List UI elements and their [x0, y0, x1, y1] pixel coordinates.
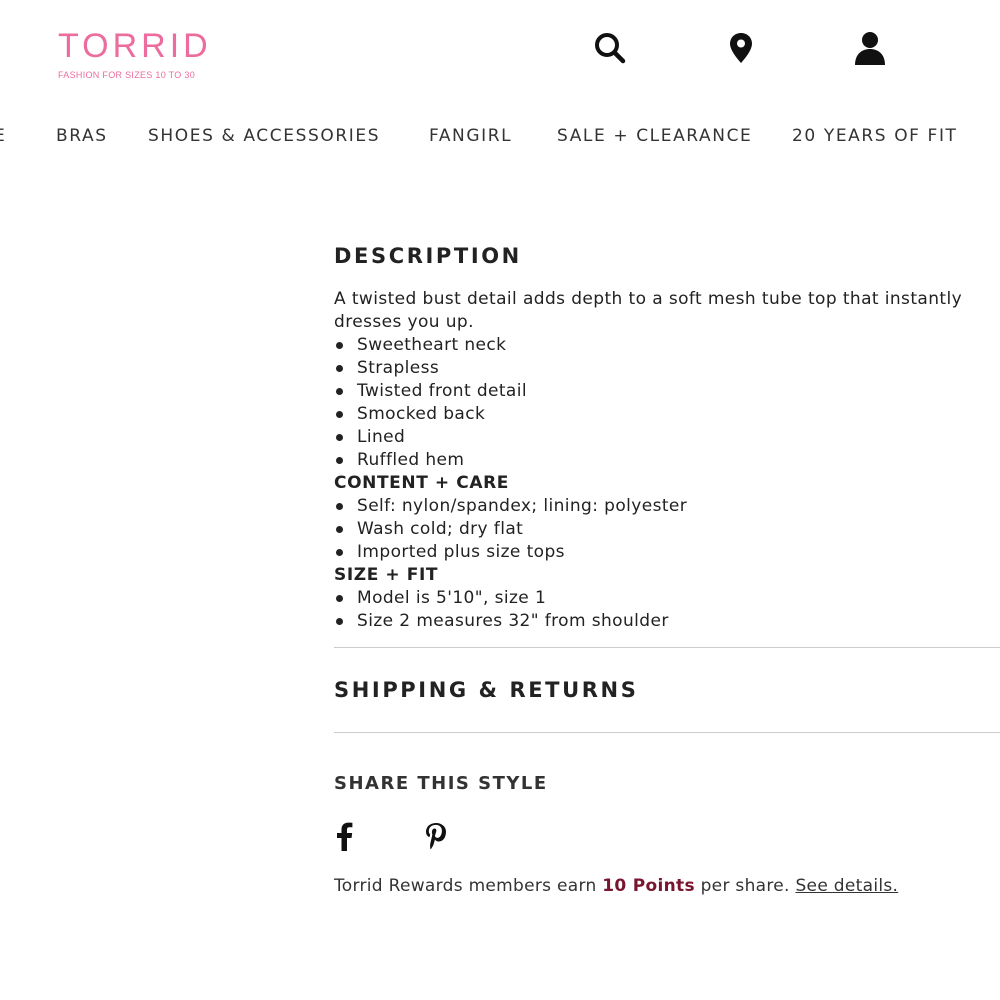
rewards-points: 10 Points — [602, 876, 695, 896]
logo-tagline: FASHION FOR SIZES 10 TO 30 — [58, 70, 196, 80]
content-care-heading: CONTENT + CARE — [334, 473, 510, 493]
list-item: Size 2 measures 32" from shoulder — [334, 610, 974, 633]
list-item: Wash cold; dry flat — [334, 518, 974, 541]
list-item: Model is 5'10", size 1 — [334, 587, 974, 610]
shipping-returns-heading[interactable]: SHIPPING & RETURNS — [334, 678, 1000, 702]
nav-item-20-years-of-fit[interactable]: 20 YEARS OF FIT — [792, 126, 958, 146]
nav-item-bras[interactable]: BRAS — [56, 126, 108, 146]
size-fit-list: Model is 5'10", size 1 Size 2 measures 3… — [334, 587, 974, 633]
list-item: Lined — [334, 426, 974, 449]
logo-wordmark: TORRID — [58, 27, 212, 65]
list-item: Sweetheart neck — [334, 334, 974, 357]
list-item: Self: nylon/spandex; lining: polyester — [334, 495, 974, 518]
location-pin-icon[interactable] — [721, 28, 761, 68]
list-item: Strapless — [334, 357, 974, 380]
rewards-suffix: per share. — [694, 876, 796, 896]
description-intro: A twisted bust detail adds depth to a so… — [334, 289, 963, 332]
list-item: Smocked back — [334, 403, 974, 426]
product-details-page: TORRID FASHION FOR SIZES 10 TO 30 E BRAS… — [0, 0, 1000, 1000]
list-item: Ruffled hem — [334, 449, 974, 472]
main-nav: E BRAS SHOES & ACCESSORIES FANGIRL SALE … — [0, 118, 1000, 154]
account-icon[interactable] — [850, 28, 890, 68]
product-info-panel: DESCRIPTION A twisted bust detail adds d… — [334, 244, 1000, 896]
feature-list: Sweetheart neck Strapless Twisted front … — [334, 334, 974, 472]
list-item: Imported plus size tops — [334, 541, 974, 564]
see-details-link[interactable]: See details. — [795, 876, 898, 896]
share-heading: SHARE THIS STYLE — [334, 773, 548, 794]
size-fit-heading: SIZE + FIT — [334, 565, 439, 585]
facebook-icon[interactable] — [330, 820, 358, 852]
content-care-list: Self: nylon/spandex; lining: polyester W… — [334, 495, 974, 564]
nav-item-sale-clearance[interactable]: SALE + CLEARANCE — [557, 126, 752, 146]
search-icon[interactable] — [590, 28, 630, 68]
divider — [334, 732, 1000, 733]
nav-item-fangirl[interactable]: FANGIRL — [429, 126, 512, 146]
rewards-note: Torrid Rewards members earn 10 Points pe… — [334, 876, 1000, 896]
torrid-logo[interactable]: TORRID FASHION FOR SIZES 10 TO 30 — [58, 28, 212, 80]
share-icons — [334, 820, 1000, 852]
list-item: Twisted front detail — [334, 380, 974, 403]
nav-item-shoes-accessories[interactable]: SHOES & ACCESSORIES — [148, 126, 380, 146]
description-heading[interactable]: DESCRIPTION — [334, 244, 1000, 268]
rewards-prefix: Torrid Rewards members earn — [334, 876, 603, 896]
divider — [334, 647, 1000, 648]
description-body: A twisted bust detail adds depth to a so… — [334, 288, 974, 633]
nav-item-partial[interactable]: E — [0, 126, 6, 146]
pinterest-icon[interactable] — [422, 820, 450, 852]
